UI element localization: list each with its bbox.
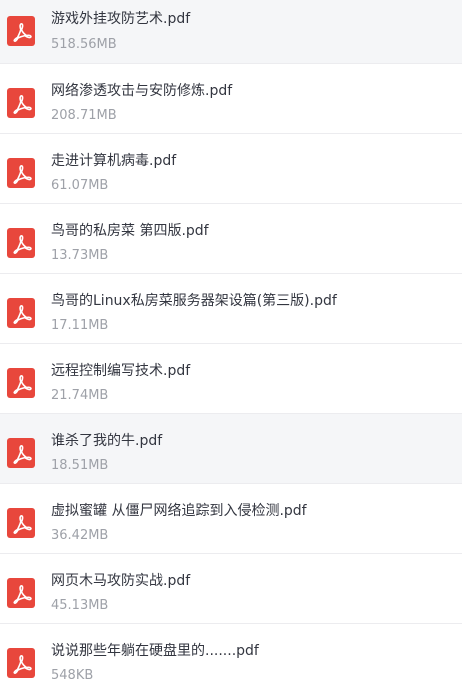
pdf-file-icon bbox=[7, 88, 35, 118]
file-row[interactable]: 说说那些年躺在硬盘里的.......pdf 548KB bbox=[0, 624, 462, 694]
file-row[interactable]: 鸟哥的私房菜 第四版.pdf 13.73MB bbox=[0, 204, 462, 274]
file-name: 谁杀了我的牛.pdf bbox=[51, 433, 163, 449]
file-name: 走进计算机病毒.pdf bbox=[51, 153, 177, 169]
pdf-file-icon bbox=[7, 16, 35, 46]
pdf-file-icon bbox=[7, 298, 35, 328]
pdf-file-icon bbox=[7, 158, 35, 188]
file-size: 21.74MB bbox=[51, 388, 109, 403]
file-name: 远程控制编写技术.pdf bbox=[51, 363, 191, 379]
file-size: 548KB bbox=[51, 668, 94, 683]
file-size: 518.56MB bbox=[51, 37, 117, 52]
file-list: 游戏外挂攻防艺术.pdf 518.56MB 网络渗透攻击与安防修炼.pdf 20… bbox=[0, 0, 462, 694]
file-size: 13.73MB bbox=[51, 248, 109, 263]
file-row[interactable]: 虚拟蜜罐 从僵尸网络追踪到入侵检测.pdf 36.42MB bbox=[0, 484, 462, 554]
pdf-file-icon bbox=[7, 508, 35, 538]
file-row[interactable]: 走进计算机病毒.pdf 61.07MB bbox=[0, 134, 462, 204]
file-size: 17.11MB bbox=[51, 318, 109, 333]
file-row[interactable]: 远程控制编写技术.pdf 21.74MB bbox=[0, 344, 462, 414]
pdf-file-icon bbox=[7, 368, 35, 398]
file-row[interactable]: 鸟哥的Linux私房菜服务器架设篇(第三版).pdf 17.11MB bbox=[0, 274, 462, 344]
file-size: 208.71MB bbox=[51, 108, 117, 123]
pdf-file-icon bbox=[7, 648, 35, 678]
pdf-file-icon bbox=[7, 228, 35, 258]
file-name: 鸟哥的私房菜 第四版.pdf bbox=[51, 223, 209, 239]
file-size: 18.51MB bbox=[51, 458, 109, 473]
pdf-file-icon bbox=[7, 578, 35, 608]
file-size: 45.13MB bbox=[51, 598, 109, 613]
file-name: 说说那些年躺在硬盘里的.......pdf bbox=[51, 643, 259, 659]
file-name: 网页木马攻防实战.pdf bbox=[51, 573, 191, 589]
file-row[interactable]: 游戏外挂攻防艺术.pdf 518.56MB bbox=[0, 0, 462, 64]
file-name: 虚拟蜜罐 从僵尸网络追踪到入侵检测.pdf bbox=[51, 503, 307, 519]
file-name: 网络渗透攻击与安防修炼.pdf bbox=[51, 83, 233, 99]
pdf-file-icon bbox=[7, 438, 35, 468]
file-name: 鸟哥的Linux私房菜服务器架设篇(第三版).pdf bbox=[51, 293, 337, 309]
file-row[interactable]: 网页木马攻防实战.pdf 45.13MB bbox=[0, 554, 462, 624]
file-row[interactable]: 网络渗透攻击与安防修炼.pdf 208.71MB bbox=[0, 64, 462, 134]
file-row[interactable]: 谁杀了我的牛.pdf 18.51MB bbox=[0, 414, 462, 484]
file-name: 游戏外挂攻防艺术.pdf bbox=[51, 11, 191, 27]
file-size: 61.07MB bbox=[51, 178, 109, 193]
file-size: 36.42MB bbox=[51, 528, 109, 543]
